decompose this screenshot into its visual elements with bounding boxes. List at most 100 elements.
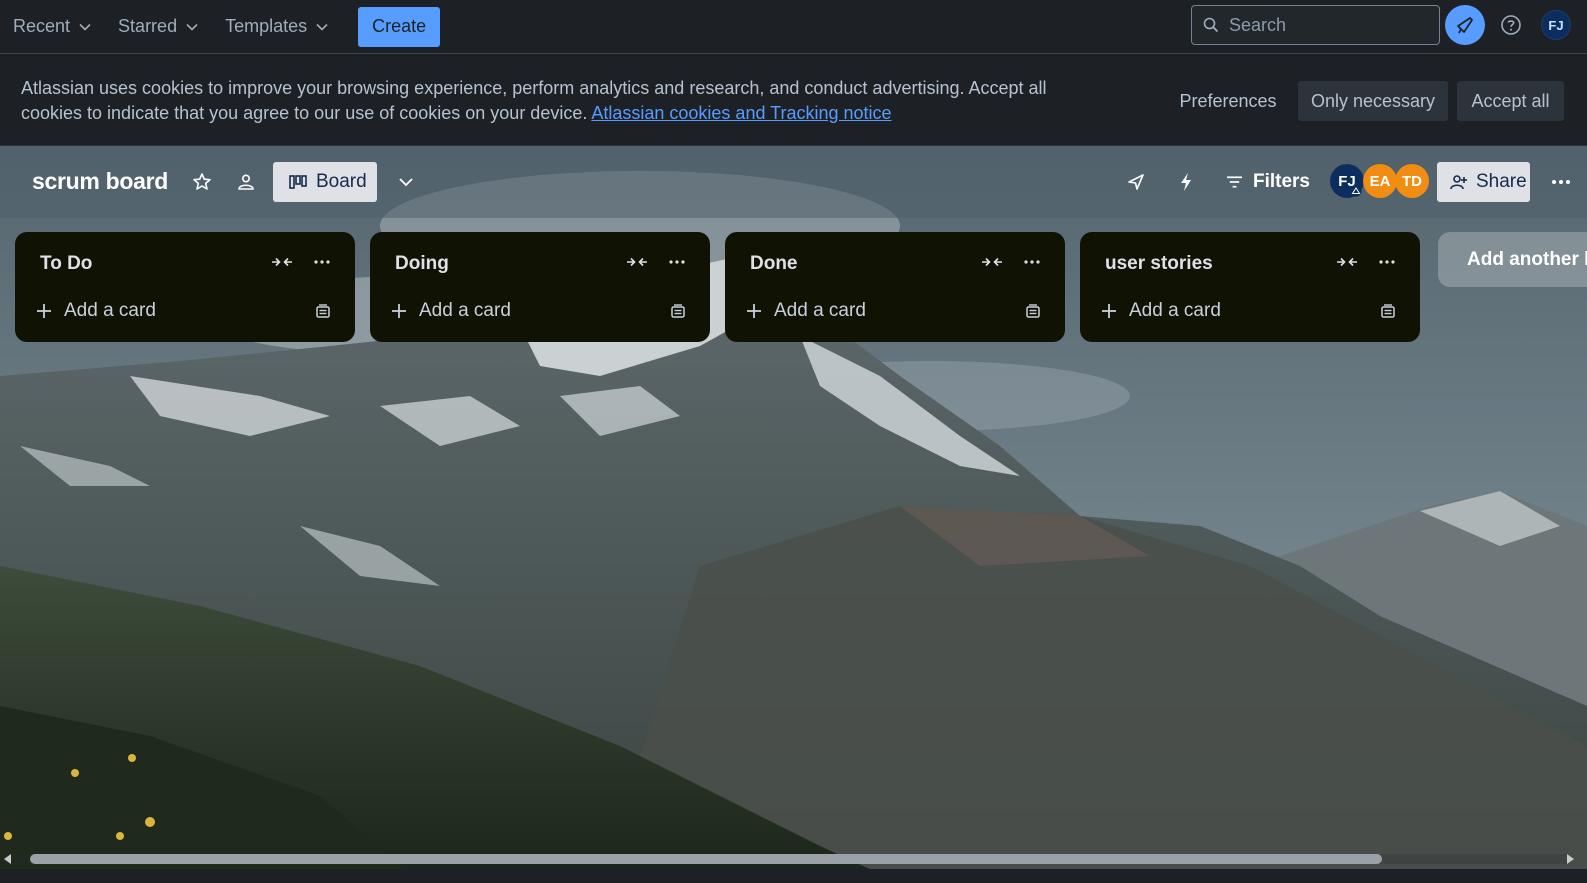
scroll-right-arrow[interactable]: [1564, 853, 1576, 865]
notifications-button[interactable]: [1445, 5, 1485, 45]
list-title[interactable]: Doing: [395, 253, 449, 275]
workspace-visibility-button[interactable]: [230, 166, 262, 198]
cookie-notice-link[interactable]: Atlassian cookies and Tracking notice: [591, 103, 891, 123]
templates-menu-label: Templates: [225, 16, 308, 36]
filters-label: Filters: [1252, 171, 1310, 192]
admin-badge-icon: [1350, 185, 1362, 197]
more-icon: [1024, 260, 1040, 264]
plus-icon: [37, 304, 51, 318]
board-menu-button[interactable]: [1545, 166, 1577, 198]
cookie-banner: Atlassian uses cookies to improve your b…: [0, 55, 1587, 146]
share-button[interactable]: Share: [1437, 162, 1530, 202]
template-icon: [1026, 304, 1040, 318]
share-label: Share: [1476, 171, 1527, 192]
search-input[interactable]: [1229, 14, 1429, 36]
add-card-button[interactable]: Add a card: [28, 295, 296, 327]
preferences-button[interactable]: Preferences: [1167, 81, 1289, 121]
bottom-edge: [0, 869, 1587, 883]
horizontal-scrollbar[interactable]: [0, 851, 1587, 867]
recent-menu-label: Recent: [13, 16, 71, 36]
add-card-button[interactable]: Add a card: [1093, 295, 1361, 327]
plus-icon: [747, 304, 761, 318]
recent-menu[interactable]: Recent: [0, 7, 105, 47]
create-from-template-button[interactable]: [1373, 297, 1403, 327]
list-title[interactable]: Done: [750, 253, 798, 275]
list-to-do: To Do Add a card: [15, 232, 355, 342]
cookie-text: Atlassian uses cookies to improve your b…: [21, 78, 1047, 123]
create-button[interactable]: Create: [358, 6, 441, 47]
only-necessary-button[interactable]: Only necessary: [1298, 81, 1448, 121]
accept-all-button[interactable]: Accept all: [1457, 81, 1564, 121]
member-avatar-ea[interactable]: EA: [1363, 164, 1397, 198]
member-initials: TD: [1402, 172, 1422, 190]
list-doing: Doing Add a card: [370, 232, 710, 342]
star-board-button[interactable]: [186, 166, 218, 198]
collapse-icon: [627, 257, 647, 267]
more-icon: [1552, 180, 1570, 184]
add-card-label: Add a card: [64, 300, 156, 321]
board-title[interactable]: scrum board: [32, 168, 168, 195]
scrollbar-thumb[interactable]: [30, 854, 1382, 864]
more-icon: [1379, 260, 1395, 264]
more-icon: [314, 260, 330, 264]
chevron-down-icon: [186, 23, 198, 31]
plus-icon: [1102, 304, 1116, 318]
add-card-label: Add a card: [419, 300, 511, 321]
collapse-list-button[interactable]: [268, 250, 296, 274]
add-card-button[interactable]: Add a card: [738, 295, 1006, 327]
template-icon: [671, 304, 685, 318]
list-title[interactable]: To Do: [40, 253, 92, 275]
add-card-button[interactable]: Add a card: [383, 295, 651, 327]
list-actions-button[interactable]: [308, 250, 336, 274]
more-icon: [669, 260, 685, 264]
chevron-down-icon: [399, 178, 413, 187]
board-view-button[interactable]: Board: [273, 162, 377, 202]
create-from-template-button[interactable]: [1018, 297, 1048, 327]
automation-button[interactable]: [1170, 166, 1202, 198]
member-avatar-td[interactable]: TD: [1395, 164, 1429, 198]
help-button[interactable]: [1496, 10, 1526, 40]
search-icon: [1203, 17, 1219, 33]
list-actions-button[interactable]: [1018, 250, 1046, 274]
create-from-template-button[interactable]: [663, 297, 693, 327]
collapse-list-button[interactable]: [1333, 250, 1361, 274]
list-actions-button[interactable]: [1373, 250, 1401, 274]
triangle-left-icon: [4, 854, 11, 864]
rocket-icon: [1128, 174, 1144, 190]
add-list-label: Add another list: [1467, 248, 1587, 270]
power-ups-button[interactable]: [1120, 166, 1152, 198]
people-icon: [238, 174, 254, 190]
templates-menu[interactable]: Templates: [212, 7, 342, 47]
template-icon: [316, 304, 330, 318]
megaphone-icon: [1457, 17, 1473, 34]
collapse-icon: [982, 257, 1002, 267]
collapse-icon: [272, 257, 292, 267]
filter-icon: [1226, 176, 1243, 188]
add-list-button[interactable]: Add another list: [1438, 232, 1587, 287]
add-person-icon: [1450, 175, 1467, 190]
member-initials: EA: [1369, 172, 1391, 190]
board-icon: [289, 175, 307, 189]
list-actions-button[interactable]: [663, 250, 691, 274]
scroll-left-arrow[interactable]: [2, 853, 14, 865]
triangle-right-icon: [1567, 854, 1574, 864]
star-icon: [193, 173, 211, 190]
user-avatar[interactable]: FJ: [1541, 10, 1571, 40]
collapse-list-button[interactable]: [623, 250, 651, 274]
top-navigation: Recent Starred Templates Create FJ: [0, 0, 1587, 54]
filters-button[interactable]: Filters: [1218, 162, 1310, 202]
help-icon: [1501, 15, 1521, 35]
starred-menu-label: Starred: [118, 16, 178, 36]
chevron-down-icon: [79, 23, 91, 31]
lightning-icon: [1181, 173, 1191, 191]
views-dropdown-button[interactable]: [390, 166, 422, 198]
board-view-label: Board: [316, 171, 367, 192]
plus-icon: [392, 304, 406, 318]
cookie-message: Atlassian uses cookies to improve your b…: [21, 76, 1111, 126]
starred-menu[interactable]: Starred: [105, 7, 212, 47]
search-box[interactable]: [1191, 5, 1440, 45]
collapse-list-button[interactable]: [978, 250, 1006, 274]
list-title[interactable]: user stories: [1105, 253, 1213, 275]
create-from-template-button[interactable]: [308, 297, 338, 327]
template-icon: [1381, 304, 1395, 318]
